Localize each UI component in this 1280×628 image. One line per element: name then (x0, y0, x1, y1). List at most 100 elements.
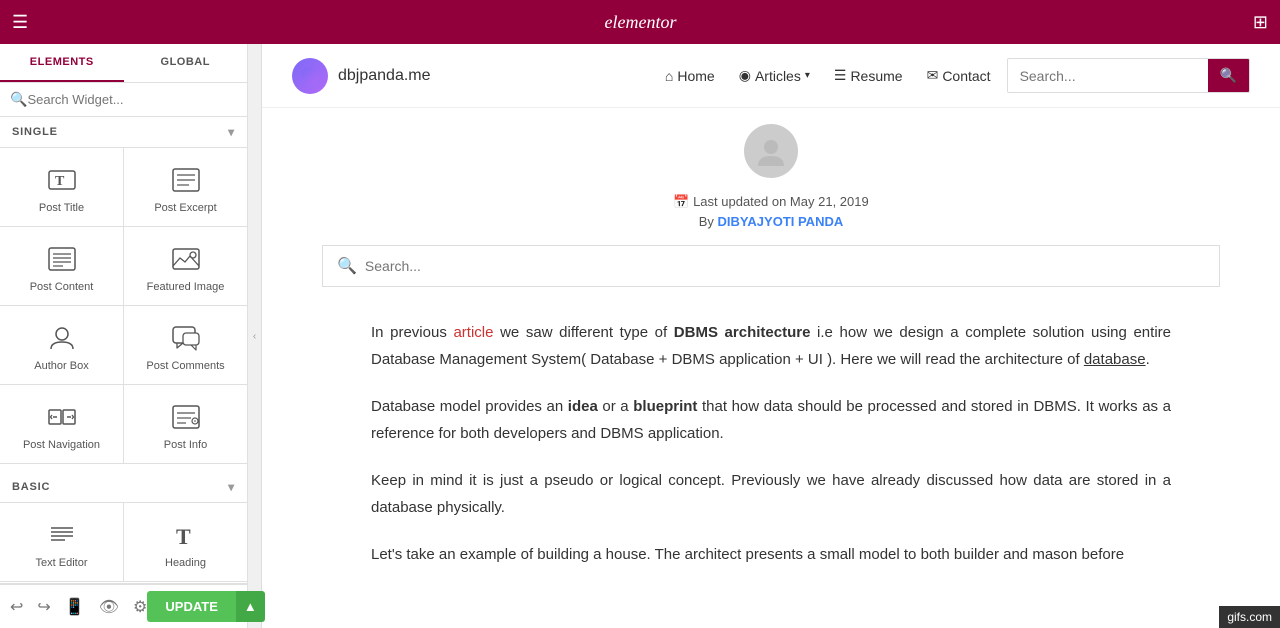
widget-post-navigation[interactable]: Post Navigation (0, 385, 123, 463)
nav-contact[interactable]: ✉ Contact (927, 67, 991, 84)
update-dropdown-button[interactable]: ▲ (236, 591, 265, 622)
nav-articles[interactable]: ◉ Articles ▾ (739, 67, 810, 84)
elementor-logo: elementor (40, 12, 1241, 33)
chevron-down-icon-basic: ▾ (228, 480, 235, 494)
post-comments-icon (170, 322, 202, 354)
widget-post-title[interactable]: T Post Title (0, 148, 123, 226)
bottom-icons: ↩ ↪ 📱 👁 ⚙ (10, 597, 147, 617)
collapse-handle[interactable]: ‹ (248, 44, 262, 628)
text-editor-icon (46, 519, 78, 551)
sidebar: ELEMENTS GLOBAL 🔍 SINGLE ▾ T (0, 44, 248, 628)
site-search: 🔍 (1007, 58, 1250, 93)
update-button[interactable]: UPDATE (147, 591, 235, 622)
article-paragraph-4: Let's take an example of building a hous… (371, 541, 1171, 568)
sidebar-tabs: ELEMENTS GLOBAL (0, 44, 247, 83)
articles-icon: ◉ (739, 67, 751, 84)
post-navigation-icon (46, 401, 78, 433)
post-content-icon (46, 243, 78, 275)
widget-text-editor[interactable]: Text Editor (0, 503, 123, 581)
tab-global[interactable]: GLOBAL (124, 44, 248, 82)
article-meta: 📅 Last updated on May 21, 2019 By DIBYAJ… (262, 186, 1280, 237)
content-search-input[interactable] (365, 258, 1205, 274)
articles-dropdown-icon: ▾ (805, 70, 810, 81)
author-box-icon (46, 322, 78, 354)
widget-post-excerpt-label: Post Excerpt (154, 202, 216, 214)
svg-text:T: T (176, 524, 191, 549)
widget-post-info[interactable]: Post Info (124, 385, 247, 463)
single-widget-grid: T Post Title Post Ex (0, 147, 247, 464)
undo-icon[interactable]: ↩ (10, 597, 23, 617)
site-logo: dbjpanda.me (292, 58, 431, 94)
site-nav: ⌂ Home ◉ Articles ▾ ☰ Resume ✉ Contact (665, 67, 991, 84)
calendar-icon: 📅 (673, 194, 689, 209)
nav-home[interactable]: ⌂ Home (665, 68, 715, 84)
article-paragraph-2: Database model provides an idea or a blu… (371, 393, 1171, 447)
avatar (744, 124, 798, 178)
search-icon: 🔍 (10, 91, 27, 108)
grid-icon[interactable]: ⊞ (1253, 12, 1268, 33)
menu-icon[interactable]: ☰ (12, 12, 28, 33)
resume-icon: ☰ (834, 67, 847, 84)
article-link[interactable]: article (453, 324, 493, 341)
preview-icon[interactable]: 👁 (99, 597, 119, 617)
author-link[interactable]: DIBYAJYOTI PANDA (718, 214, 844, 229)
widget-post-comments-label: Post Comments (146, 360, 224, 372)
basic-widget-grid: Text Editor T Heading (0, 502, 247, 582)
database-link: database (1084, 351, 1146, 368)
widget-post-title-label: Post Title (39, 202, 84, 214)
widget-heading[interactable]: T Heading (124, 503, 247, 581)
gifs-badge: gifs.com (1219, 606, 1280, 628)
widget-search-bar: 🔍 (0, 83, 247, 117)
widget-post-content[interactable]: Post Content (0, 227, 123, 305)
single-section-header[interactable]: SINGLE ▾ (0, 117, 247, 147)
top-bar: ☰ elementor ⊞ (0, 0, 1280, 44)
svg-text:T: T (55, 174, 65, 189)
widget-heading-label: Heading (165, 557, 206, 569)
content-search-icon: 🔍 (337, 256, 357, 276)
sidebar-content: SINGLE ▾ T Post Title (0, 117, 247, 583)
article-avatar-area (262, 108, 1280, 186)
article-date: 📅 Last updated on May 21, 2019 (262, 194, 1280, 210)
article-body: In previous article we saw different typ… (291, 303, 1251, 628)
basic-section-header[interactable]: BASIC ▾ (0, 472, 247, 502)
widget-post-content-label: Post Content (30, 281, 94, 293)
widget-author-box-label: Author Box (34, 360, 88, 372)
widget-post-comments[interactable]: Post Comments (124, 306, 247, 384)
post-excerpt-icon (170, 164, 202, 196)
post-info-icon (170, 401, 202, 433)
tab-elements[interactable]: ELEMENTS (0, 44, 124, 82)
basic-section-label: BASIC (12, 481, 50, 493)
redo-icon[interactable]: ↪ (37, 597, 50, 617)
site-logo-circle (292, 58, 328, 94)
article-author: By DIBYAJYOTI PANDA (262, 214, 1280, 229)
envelope-icon: ✉ (927, 67, 939, 84)
site-header: dbjpanda.me ⌂ Home ◉ Articles ▾ ☰ Resume… (262, 44, 1280, 108)
main-layout: ELEMENTS GLOBAL 🔍 SINGLE ▾ T (0, 44, 1280, 628)
content-search-widget: 🔍 (322, 245, 1220, 287)
nav-resume[interactable]: ☰ Resume (834, 67, 903, 84)
search-input[interactable] (27, 92, 237, 107)
widget-post-excerpt[interactable]: Post Excerpt (124, 148, 247, 226)
home-icon: ⌂ (665, 68, 673, 84)
sidebar-bottom-bar: ↩ ↪ 📱 👁 ⚙ UPDATE ▲ (0, 583, 247, 628)
site-search-button[interactable]: 🔍 (1208, 59, 1249, 92)
widget-post-info-label: Post Info (164, 439, 207, 451)
heading-icon: T (170, 519, 202, 551)
single-section-label: SINGLE (12, 126, 58, 138)
update-btn-wrapper: UPDATE ▲ (147, 591, 264, 622)
widget-featured-image-label: Featured Image (147, 281, 225, 293)
widget-text-editor-label: Text Editor (36, 557, 88, 569)
widget-author-box[interactable]: Author Box (0, 306, 123, 384)
article-area: 📅 Last updated on May 21, 2019 By DIBYAJ… (262, 108, 1280, 628)
content-area: dbjpanda.me ⌂ Home ◉ Articles ▾ ☰ Resume… (262, 44, 1280, 628)
post-title-icon: T (46, 164, 78, 196)
widget-post-navigation-label: Post Navigation (23, 439, 100, 451)
featured-image-icon (170, 243, 202, 275)
devices-icon[interactable]: 📱 (65, 597, 85, 617)
widget-featured-image[interactable]: Featured Image (124, 227, 247, 305)
site-logo-text: dbjpanda.me (338, 67, 431, 85)
article-paragraph-3: Keep in mind it is just a pseudo or logi… (371, 467, 1171, 521)
bottom-bar: ↩ ↪ 📱 👁 ⚙ UPDATE ▲ (0, 584, 247, 628)
site-search-input[interactable] (1008, 60, 1208, 92)
settings-icon[interactable]: ⚙ (133, 597, 147, 617)
